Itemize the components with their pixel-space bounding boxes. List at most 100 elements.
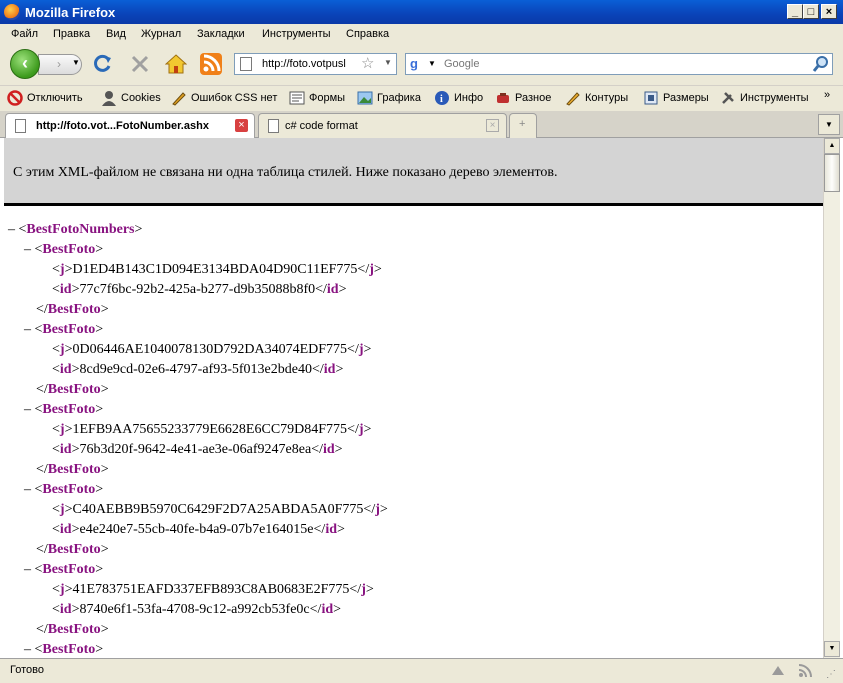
xml-tag-name: BestFoto <box>42 322 96 337</box>
xml-id-row: <id>76b3d20f-9642-4e41-ae3e-06af9247e8ea… <box>52 442 343 462</box>
addon-forms[interactable]: Формы <box>309 92 345 104</box>
xml-item-close: </BestFoto> <box>36 622 109 642</box>
xml-item-open: – <BestFoto> <box>24 482 103 502</box>
addon-tools[interactable]: Инструменты <box>740 92 809 104</box>
toolbar-overflow-icon[interactable]: » <box>824 89 830 101</box>
xml-tag-name: id <box>322 442 335 457</box>
menu-history[interactable]: Журнал <box>141 28 181 40</box>
xml-tag-name: BestFoto <box>47 622 101 637</box>
forward-button[interactable]: › ▼ <box>38 54 82 75</box>
menu-bar: Файл Правка Вид Журнал Закладки Инструме… <box>0 24 843 45</box>
collapse-toggle-icon[interactable]: – <box>24 322 35 337</box>
tab-inactive[interactable]: c# code format × <box>258 113 507 138</box>
tab-label[interactable]: http://foto.vot...FotoNumber.ashx <box>36 120 209 132</box>
menu-bookmarks[interactable]: Закладки <box>197 28 245 40</box>
engine-dropdown-icon[interactable]: ▼ <box>428 59 436 68</box>
history-dropdown-icon[interactable]: ▼ <box>72 58 80 67</box>
xml-j-row: <j>1EFB9AA75655233779E6628E6CC79D84F775<… <box>52 422 371 442</box>
minimize-button[interactable]: _ <box>787 4 803 19</box>
url-text[interactable]: http://foto.votpusl <box>262 58 346 70</box>
search-bar[interactable]: g ▼ Google <box>405 53 833 75</box>
addon-disable[interactable]: Отключить <box>27 92 83 104</box>
xml-tag-name: id <box>326 282 339 297</box>
xml-punctuation: > <box>363 342 372 357</box>
addon-css[interactable]: Ошибок CSS нет <box>191 92 277 104</box>
xml-punctuation: < <box>52 422 60 437</box>
url-dropdown-icon[interactable]: ▼ <box>384 58 392 67</box>
xml-j-value: D1ED4B143C1D094E3134BDA04D90C11EF775 <box>72 262 358 277</box>
xml-punctuation: </ <box>36 462 48 477</box>
addon-images[interactable]: Графика <box>377 92 421 104</box>
scroll-up-button[interactable]: ▲ <box>824 138 840 154</box>
collapse-toggle-icon[interactable]: – <box>24 562 35 577</box>
xml-j-row: <j>41E783751EAFD337EFB893C8AB0683E2F775<… <box>52 582 374 602</box>
web-developer-toolbar: Отключить Cookies Ошибок CSS нет Формы Г… <box>0 85 843 111</box>
bookmark-star-icon[interactable]: ☆ <box>361 54 374 72</box>
tab-label[interactable]: c# code format <box>285 120 358 132</box>
xml-punctuation: > <box>134 222 143 237</box>
xml-tag-name: BestFoto <box>42 242 96 257</box>
xml-punctuation: < <box>52 602 60 617</box>
xml-punctuation: > <box>363 422 372 437</box>
rss-feed-icon[interactable] <box>200 53 222 75</box>
xml-tag-name: id <box>59 442 72 457</box>
menu-help[interactable]: Справка <box>346 28 389 40</box>
xml-tag-name: BestFoto <box>42 402 96 417</box>
addon-resize[interactable]: Размеры <box>663 92 709 104</box>
list-all-tabs-button[interactable]: ▼ <box>818 114 840 135</box>
misc-icon <box>495 90 511 106</box>
xml-punctuation: </ <box>36 302 48 317</box>
page-content: С этим XML-файлом не связана ни одна таб… <box>4 138 823 658</box>
xml-punctuation: < <box>52 282 60 297</box>
url-bar[interactable]: http://foto.votpusl ☆ ▼ <box>234 53 397 75</box>
collapse-toggle-icon[interactable]: – <box>24 242 35 257</box>
xml-punctuation: > <box>379 502 388 517</box>
tab-close-icon[interactable]: × <box>486 119 499 132</box>
tab-active[interactable]: http://foto.vot...FotoNumber.ashx × <box>5 113 255 138</box>
xml-id-row: <id>8cd9e9cd-02e6-4797-af93-5f013e2bde40… <box>52 362 343 382</box>
maximize-button[interactable]: □ <box>803 4 819 19</box>
addon-status-icon[interactable] <box>770 663 786 679</box>
addon-info[interactable]: Инфо <box>454 92 483 104</box>
resize-grip-icon[interactable]: ⋰ <box>826 669 838 681</box>
xml-punctuation: > <box>373 262 382 277</box>
google-engine-icon[interactable]: g <box>410 56 426 72</box>
addon-outline[interactable]: Контуры <box>585 92 628 104</box>
tab-close-icon[interactable]: × <box>235 119 248 132</box>
collapse-toggle-icon[interactable]: – <box>24 642 35 657</box>
addon-cookies[interactable]: Cookies <box>121 92 161 104</box>
scroll-thumb[interactable] <box>824 154 840 192</box>
menu-tools[interactable]: Инструменты <box>262 28 331 40</box>
menu-edit[interactable]: Правка <box>53 28 90 40</box>
xml-item-close: </BestFoto> <box>36 382 109 402</box>
xml-punctuation: > <box>100 462 109 477</box>
outline-pencil-icon <box>565 90 581 106</box>
xml-tag-name: id <box>323 362 336 377</box>
scroll-down-button[interactable]: ▼ <box>824 641 840 657</box>
xml-punctuation: < <box>52 442 60 457</box>
xml-item-open: – <BestFoto> <box>24 402 103 422</box>
xml-punctuation: </ <box>315 282 327 297</box>
collapse-toggle-icon[interactable]: – <box>24 402 35 417</box>
home-icon[interactable] <box>164 54 188 74</box>
stop-icon[interactable] <box>130 54 150 74</box>
new-tab-button[interactable]: + <box>509 113 537 138</box>
xml-punctuation: > <box>335 362 344 377</box>
xml-punctuation: </ <box>36 622 48 637</box>
svg-text:i: i <box>440 94 443 105</box>
addon-misc[interactable]: Разное <box>515 92 551 104</box>
collapse-toggle-icon[interactable]: – <box>24 482 35 497</box>
menu-view[interactable]: Вид <box>106 28 126 40</box>
reload-icon[interactable] <box>93 54 113 74</box>
rss-status-icon[interactable] <box>797 663 813 679</box>
search-icon[interactable] <box>812 55 830 73</box>
xml-tag-name: id <box>59 282 72 297</box>
page-icon <box>240 57 252 71</box>
vertical-scrollbar[interactable]: ▲ ▼ <box>823 138 840 658</box>
search-input[interactable]: Google <box>444 58 479 70</box>
menu-file[interactable]: Файл <box>11 28 38 40</box>
close-button[interactable]: × <box>821 4 837 19</box>
back-button[interactable]: ‹ <box>10 49 40 79</box>
collapse-toggle-icon[interactable]: – <box>8 222 19 237</box>
resize-icon <box>643 90 659 106</box>
